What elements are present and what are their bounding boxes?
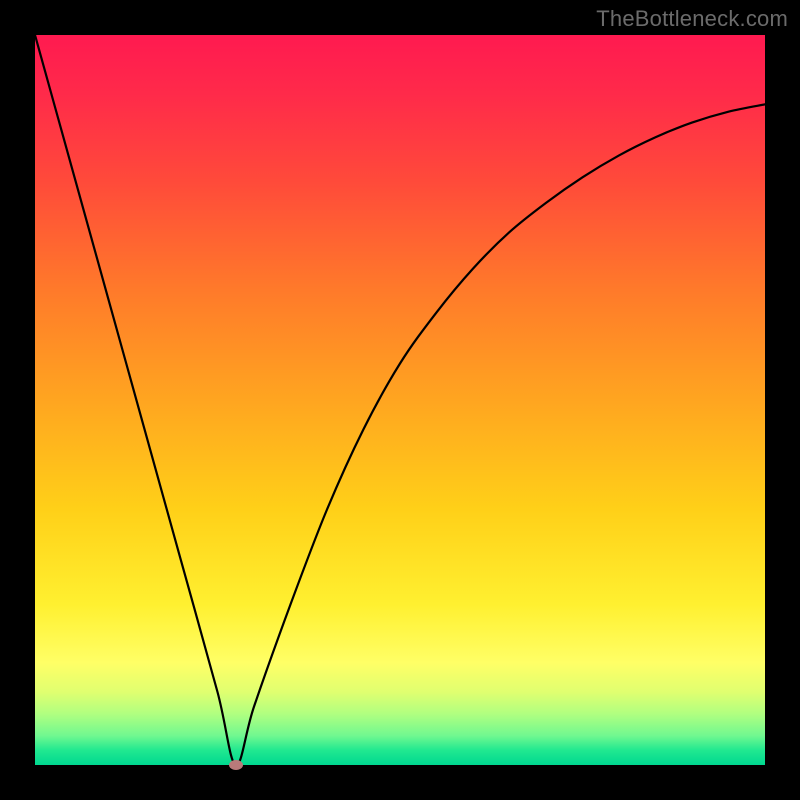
- chart-frame: TheBottleneck.com: [0, 0, 800, 800]
- watermark-text: TheBottleneck.com: [596, 6, 788, 32]
- minimum-marker: [229, 760, 243, 770]
- plot-area: [35, 35, 765, 765]
- bottleneck-curve: [35, 35, 765, 765]
